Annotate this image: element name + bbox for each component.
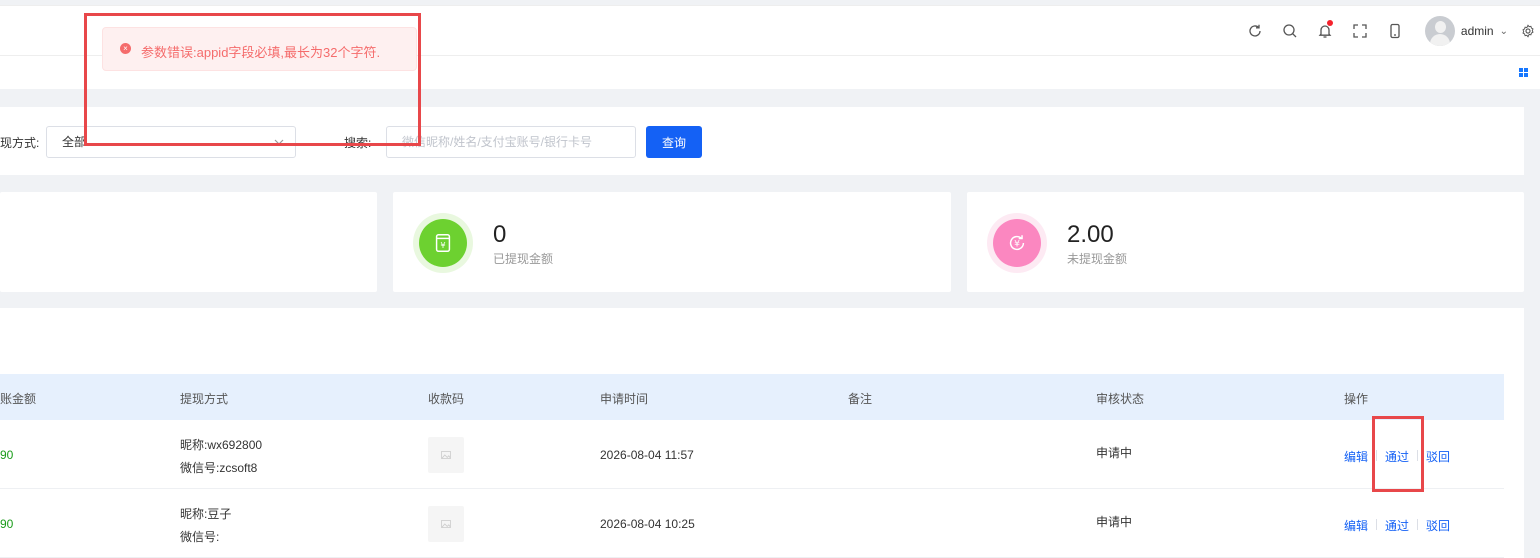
apply-time-cell: 2026-08-04 11:57 bbox=[600, 448, 694, 462]
header-toolbar: admin ⌄ bbox=[1238, 6, 1540, 56]
edit-link[interactable]: 编辑 bbox=[1344, 448, 1368, 465]
wechat-id-cell: 微信号:zcsoft8 bbox=[180, 461, 258, 475]
stat-label: 已提现金额 bbox=[493, 252, 554, 266]
divider bbox=[1417, 450, 1418, 461]
select-value: 全部 bbox=[62, 135, 87, 149]
wechat-id-cell: 微信号: bbox=[180, 530, 220, 544]
chevron-down-icon: ⌄ bbox=[1499, 25, 1508, 37]
notification-dot bbox=[1326, 20, 1333, 26]
reject-link[interactable]: 驳回 bbox=[1426, 448, 1450, 465]
stat-card-unwithdrawn: ¥ 2.00 未提现金额 bbox=[967, 192, 1524, 292]
error-toast: × 参数错误:appid字段必填,最长为32个字符. bbox=[102, 27, 417, 71]
stat-card-withdrawn: ¥ 0 已提现金额 bbox=[393, 192, 951, 292]
approve-link[interactable]: 通过 bbox=[1385, 517, 1409, 534]
toast-message: 参数错误:appid字段必填,最长为32个字符. bbox=[141, 45, 381, 60]
username: admin bbox=[1460, 24, 1494, 38]
fullscreen-icon bbox=[1353, 24, 1368, 38]
column-header: 申请时间 bbox=[600, 392, 649, 406]
stat-value: 2.00 bbox=[1067, 221, 1114, 248]
column-header: 审核状态 bbox=[1096, 392, 1145, 406]
receipt-icon: ¥ bbox=[419, 219, 467, 267]
divider bbox=[1376, 519, 1377, 530]
refresh-button[interactable] bbox=[1238, 6, 1273, 56]
stat-card-partial bbox=[0, 192, 377, 292]
gear-icon bbox=[1522, 24, 1534, 38]
withdraw-method-label: 现方式: bbox=[0, 136, 40, 150]
edit-link[interactable]: 编辑 bbox=[1344, 517, 1368, 534]
status-cell: 申请中 bbox=[1096, 515, 1133, 529]
filter-panel: 现方式: 全部 搜索: 查询 bbox=[0, 107, 1524, 175]
amount-cell: 90 bbox=[0, 517, 14, 531]
divider bbox=[1376, 450, 1377, 461]
image-placeholder-icon bbox=[441, 520, 451, 528]
amount-cell: 90 bbox=[0, 448, 14, 462]
divider bbox=[1417, 519, 1418, 530]
avatar bbox=[1424, 16, 1455, 46]
settings-button[interactable] bbox=[1516, 6, 1540, 56]
fullscreen-button[interactable] bbox=[1343, 6, 1378, 56]
svg-text:¥: ¥ bbox=[440, 240, 445, 250]
nickname-cell: 昵称:wx692800 bbox=[180, 438, 263, 452]
column-header: 操作 bbox=[1344, 392, 1369, 406]
mobile-icon bbox=[1390, 23, 1401, 39]
table-header: 账金额 提现方式 收款码 申请时间 备注 审核状态 操作 bbox=[0, 374, 1504, 420]
search-input[interactable] bbox=[386, 126, 636, 158]
apply-time-cell: 2026-08-04 10:25 bbox=[600, 517, 695, 531]
stat-value: 0 bbox=[493, 221, 507, 248]
approve-link[interactable]: 通过 bbox=[1385, 448, 1409, 465]
query-button[interactable]: 查询 bbox=[646, 126, 702, 158]
stat-icon-ring: ¥ bbox=[413, 213, 473, 273]
column-header: 收款码 bbox=[428, 392, 465, 406]
table-row: 90 昵称:wx692800 微信号:zcsoft8 2026-08-04 11… bbox=[0, 420, 1504, 489]
user-menu[interactable]: admin ⌄ bbox=[1413, 6, 1516, 56]
withdraw-method-select[interactable]: 全部 bbox=[46, 126, 296, 158]
nickname-cell: 昵称:豆子 bbox=[180, 507, 232, 521]
withdraw-table: 账金额 提现方式 收款码 申请时间 备注 审核状态 操作 90 昵称:wx692… bbox=[0, 308, 1524, 558]
column-header: 备注 bbox=[848, 392, 873, 406]
yuan-cycle-icon: ¥ bbox=[993, 219, 1041, 267]
svg-text:¥: ¥ bbox=[1014, 239, 1020, 250]
reject-link[interactable]: 驳回 bbox=[1426, 517, 1450, 534]
error-circle-icon: × bbox=[120, 43, 131, 54]
image-placeholder-icon bbox=[441, 451, 451, 459]
stat-icon-ring: ¥ bbox=[987, 213, 1047, 273]
table-row: 90 昵称:豆子 微信号: 2026-08-04 10:25 申请中 编辑 通过… bbox=[0, 489, 1504, 558]
chevron-down-icon bbox=[274, 139, 284, 145]
stat-label: 未提现金额 bbox=[1067, 252, 1128, 266]
search-label: 搜索: bbox=[344, 136, 372, 150]
search-button[interactable] bbox=[1273, 6, 1308, 56]
payment-qr-image[interactable] bbox=[428, 506, 464, 542]
column-header: 账金额 bbox=[0, 392, 37, 406]
payment-qr-image[interactable] bbox=[428, 437, 464, 473]
mobile-preview-button[interactable] bbox=[1378, 6, 1413, 56]
apps-grid-icon[interactable] bbox=[1519, 68, 1528, 77]
status-cell: 申请中 bbox=[1096, 446, 1133, 460]
refresh-icon bbox=[1249, 24, 1262, 37]
column-header: 提现方式 bbox=[180, 392, 229, 406]
notifications-button[interactable] bbox=[1308, 6, 1343, 56]
search-icon bbox=[1283, 24, 1297, 38]
